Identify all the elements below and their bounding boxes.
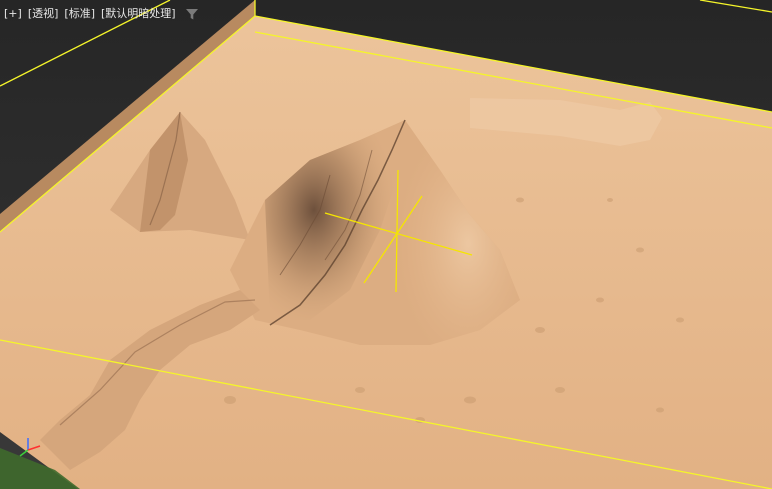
viewport-standard-menu[interactable]: [标准] (64, 5, 95, 23)
viewport-label-bar: [+] [透视] [标准] [默认明暗处理] (4, 5, 199, 23)
axis-tripod (14, 434, 50, 460)
viewport-general-menu[interactable]: [+] (4, 5, 22, 23)
viewport-shading-menu[interactable]: [默认明暗处理] (101, 5, 176, 23)
filter-funnel-icon[interactable] (185, 7, 199, 21)
terrain-scene (0, 0, 772, 489)
viewport-point-of-view-menu[interactable]: [透视] (28, 5, 59, 23)
perspective-viewport[interactable]: [+] [透视] [标准] [默认明暗处理] (0, 0, 772, 489)
